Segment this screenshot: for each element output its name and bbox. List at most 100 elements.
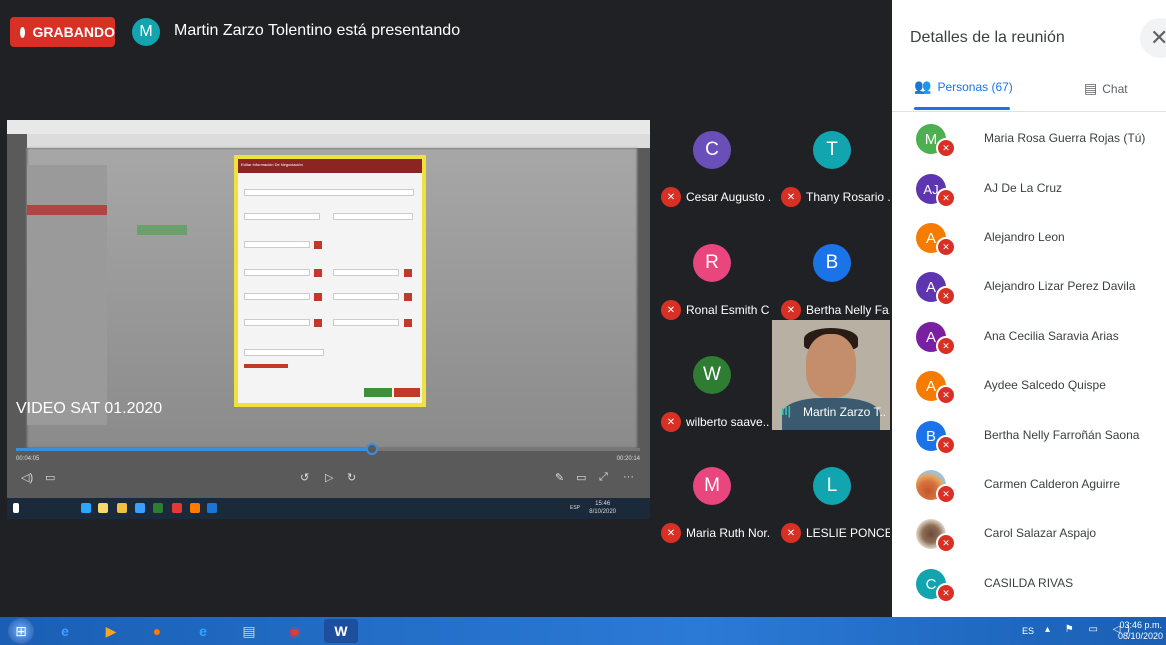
person-name: AJ De La Cruz	[984, 181, 1063, 195]
tab-people[interactable]: 👥 Personas (67)	[914, 78, 1013, 95]
video-title: VIDEO SAT 01.2020	[16, 400, 163, 417]
participant-video-tile[interactable]: ıl| Martin Zarzo T...	[772, 320, 890, 430]
participant-avatar: W	[693, 356, 731, 394]
modal-field	[333, 293, 399, 300]
chat-icon: ▤	[1084, 80, 1098, 96]
participant-tile[interactable]: W ✕ wilberto saave...	[653, 337, 773, 455]
calendar-icon	[404, 293, 412, 301]
modal-cancel-button	[394, 388, 420, 397]
mic-off-icon: ✕	[781, 187, 801, 207]
shared-tray-lang: ESP	[569, 505, 580, 511]
people-list-item[interactable]: ✕ Carmen Calderon Aguirre	[892, 466, 1166, 516]
shared-tray-time: 15:46	[595, 501, 611, 507]
participant-tile[interactable]: L ✕ LESLIE PONCE...	[773, 448, 893, 566]
mic-off-icon: ✕	[936, 533, 956, 553]
chrome-icon[interactable]: ◉	[278, 619, 312, 643]
shared-app-icon	[98, 503, 108, 513]
firefox-icon[interactable]: ●	[140, 619, 174, 643]
modal-field	[244, 319, 310, 326]
play-icon: ▷	[325, 472, 334, 484]
person-name: Maria Rosa Guerra Rojas (Tú)	[984, 131, 1146, 145]
modal-save-button	[364, 388, 392, 397]
shared-window-titlebar	[7, 120, 650, 134]
shared-app-icon	[207, 503, 217, 513]
people-list-item[interactable]: B ✕ Bertha Nelly Farroñán Saona	[892, 417, 1166, 467]
modal-link	[244, 364, 288, 368]
internet-explorer-icon[interactable]: e	[48, 619, 82, 643]
modal-title: Editar Información De Negociación	[238, 159, 422, 173]
video-total-time: 00:20:14	[616, 456, 640, 462]
shared-app-icon	[172, 503, 182, 513]
participant-tile[interactable]: M ✕ Maria Ruth Nor...	[653, 448, 773, 566]
participant-name: Thany Rosario ...	[806, 190, 890, 204]
rewind-icon: ↺	[300, 472, 310, 484]
video-seekbar[interactable]	[16, 443, 640, 455]
mic-off-icon: ✕	[936, 336, 956, 356]
volume-icon: ◁)	[21, 472, 34, 484]
people-list-item[interactable]: A ✕ Alejandro Lizar Perez Davila	[892, 268, 1166, 318]
mic-off-icon: ✕	[936, 286, 956, 306]
mic-off-icon: ✕	[781, 523, 801, 543]
presenter-status: Martin Zarzo Tolentino está presentando	[174, 22, 461, 39]
calendar-icon	[314, 241, 322, 249]
calendar-icon	[314, 269, 322, 277]
participant-avatar: M	[693, 467, 731, 505]
modal-field	[244, 189, 414, 196]
participant-name: wilberto saave...	[686, 415, 770, 429]
people-list-item[interactable]: A ✕ Ana Cecilia Saravia Arias	[892, 318, 1166, 368]
shared-app-icon	[117, 503, 127, 513]
pen-icon: ✎	[555, 472, 565, 484]
calendar-icon	[404, 319, 412, 327]
mic-off-icon: ✕	[936, 583, 956, 603]
media-player-icon[interactable]: ▶	[94, 619, 128, 643]
edge-icon[interactable]: e	[186, 619, 220, 643]
shared-start-icon	[13, 503, 19, 513]
close-panel-button[interactable]: ✕	[1140, 18, 1166, 58]
video-face	[806, 334, 856, 398]
mic-off-icon: ✕	[781, 300, 801, 320]
people-list-item[interactable]: ✕ Carol Salazar Aspajo	[892, 515, 1166, 565]
recording-label: GRABANDO	[32, 24, 115, 40]
participant-avatar: B	[813, 244, 851, 282]
mic-off-icon: ✕	[661, 412, 681, 432]
participant-tile[interactable]: C ✕ Cesar Augusto ...	[653, 112, 773, 230]
people-list-item[interactable]: A ✕ Alejandro Leon	[892, 219, 1166, 269]
tab-chat[interactable]: ▤ Chat	[1084, 80, 1128, 97]
tray-language[interactable]: ES	[1022, 626, 1034, 636]
participant-name: Bertha Nelly Fa...	[806, 303, 890, 317]
shared-nav-active	[27, 205, 107, 215]
modal-field	[333, 213, 413, 220]
mic-off-icon: ✕	[936, 435, 956, 455]
people-list-item[interactable]: C ✕ CASILDA RIVAS	[892, 565, 1166, 615]
participant-tile[interactable]: T ✕ Thany Rosario ...	[773, 112, 893, 230]
modal-field	[244, 269, 310, 276]
modal-field	[244, 349, 324, 356]
mic-off-icon: ✕	[936, 385, 956, 405]
participant-name: Martin Zarzo T...	[803, 405, 887, 419]
shared-screen[interactable]: Editar Información De Negociación VIDEO …	[7, 120, 650, 519]
shared-left-nav	[27, 165, 107, 425]
screen: GRABANDO M Martin Zarzo Tolentino está p…	[0, 0, 1166, 645]
mic-off-icon: ✕	[936, 138, 956, 158]
presenter-avatar: M	[132, 18, 160, 46]
person-name: Aydee Salcedo Quispe	[984, 378, 1106, 392]
word-icon[interactable]: W	[324, 619, 358, 643]
file-explorer-icon[interactable]: ▤	[232, 619, 266, 643]
more-icon: ···	[623, 471, 634, 483]
tray-date: 08/10/2020	[1118, 631, 1164, 641]
tab-chat-label: Chat	[1102, 81, 1128, 96]
tray-clock[interactable]: 03:46 p.m. 08/10/2020	[1118, 620, 1164, 642]
people-list-item[interactable]: A ✕ Aydee Salcedo Quispe	[892, 367, 1166, 417]
people-list-item[interactable]: AJ ✕ AJ De La Cruz	[892, 170, 1166, 220]
start-button[interactable]: ⊞	[8, 618, 34, 644]
seekbar-handle[interactable]	[365, 443, 378, 455]
participant-tile[interactable]: R ✕ Ronal Esmith C...	[653, 225, 773, 343]
person-name: Alejandro Leon	[984, 230, 1065, 244]
panel-title: Detalles de la reunión	[910, 29, 1065, 46]
calendar-icon	[314, 293, 322, 301]
video-current-time: 00:04:05	[16, 456, 40, 462]
mic-off-icon: ✕	[936, 188, 956, 208]
person-name: Bertha Nelly Farroñán Saona	[984, 428, 1140, 442]
people-list-item[interactable]: M ✕ Maria Rosa Guerra Rojas (Tú)	[892, 120, 1166, 170]
modal-field	[333, 319, 399, 326]
